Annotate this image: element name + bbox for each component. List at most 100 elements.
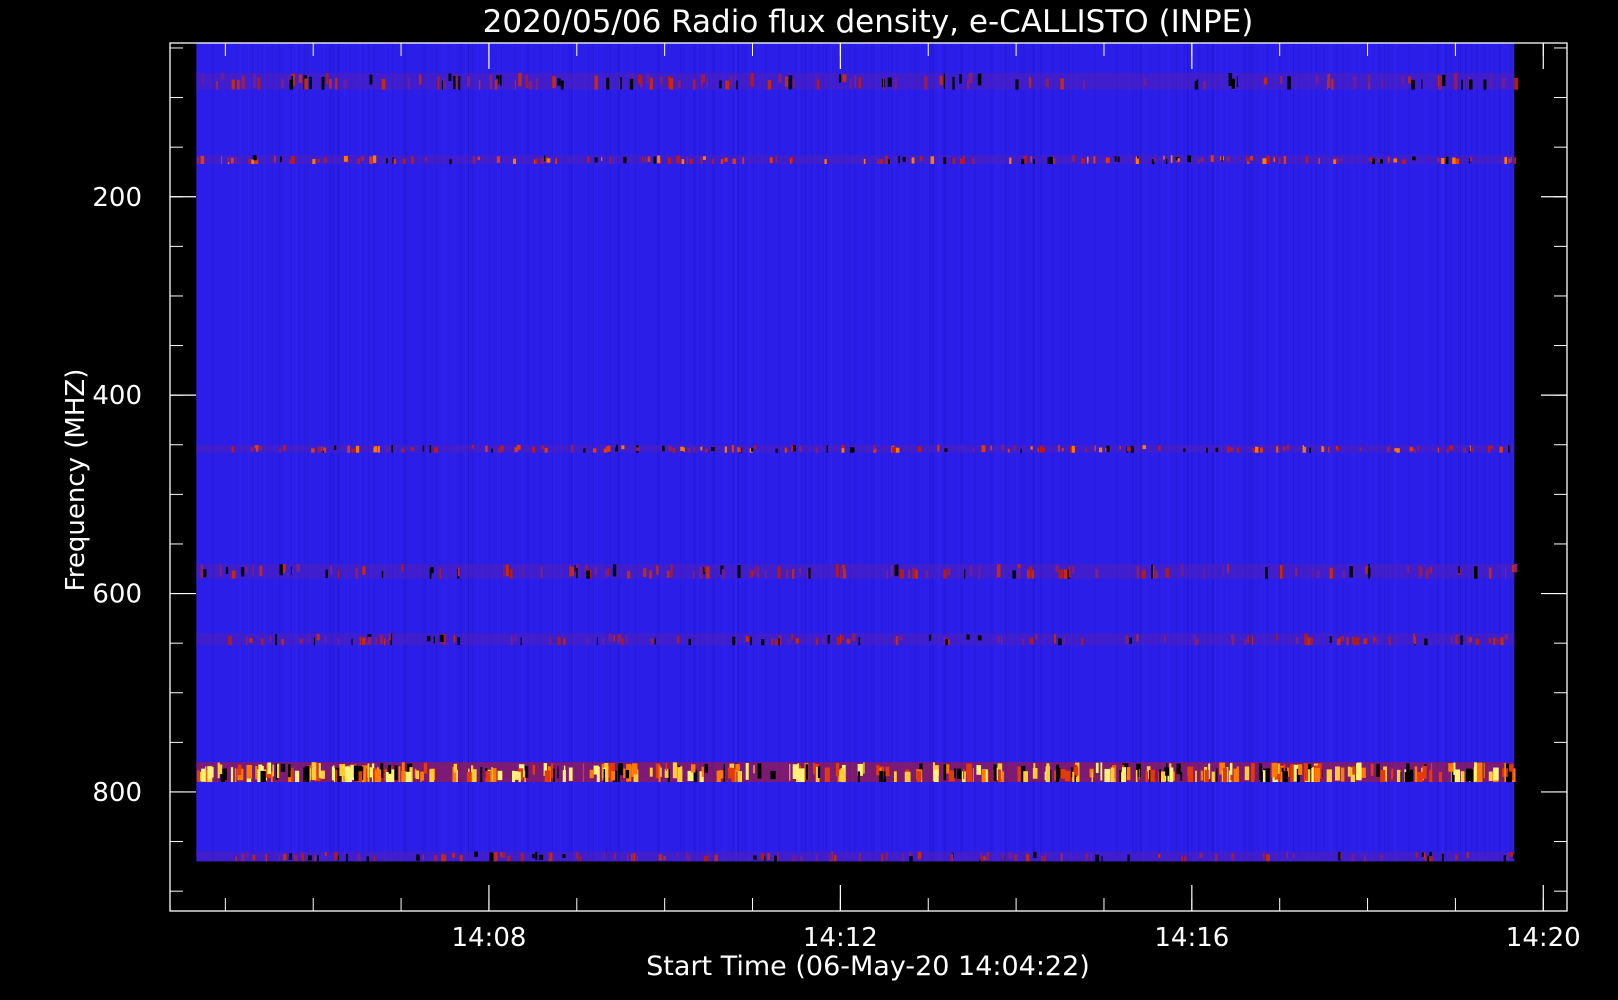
band-segment xyxy=(1226,446,1230,453)
band-segment xyxy=(835,762,840,777)
band-segment xyxy=(1448,445,1453,450)
band-segment xyxy=(1452,157,1456,165)
band-segment xyxy=(1415,852,1418,859)
band-segment xyxy=(973,448,975,453)
band-segment xyxy=(514,79,516,90)
band-segment xyxy=(841,635,844,641)
band-segment xyxy=(774,639,779,646)
band-segment xyxy=(347,446,349,453)
band-segment xyxy=(1316,570,1320,578)
band-segment xyxy=(231,445,235,453)
band-segment xyxy=(1282,771,1288,783)
band-segment xyxy=(553,768,555,783)
band-segment xyxy=(453,763,458,773)
band-segment xyxy=(1083,80,1085,90)
band-segment xyxy=(676,852,679,859)
band-segment xyxy=(594,75,599,90)
band-segment xyxy=(1422,765,1427,779)
band-segment xyxy=(1177,158,1180,162)
band-segment xyxy=(755,566,759,574)
band-segment xyxy=(886,569,889,579)
band-segment xyxy=(308,855,312,861)
band-segment xyxy=(619,80,621,90)
band-segment xyxy=(1200,770,1204,781)
band-segment xyxy=(1318,157,1320,165)
band-segment xyxy=(474,851,478,857)
band-segment xyxy=(1071,445,1075,453)
band-segment xyxy=(298,74,303,83)
band-segment xyxy=(1446,448,1449,453)
band-segment xyxy=(317,158,321,163)
band-segment xyxy=(1040,855,1043,861)
band-segment xyxy=(620,77,622,90)
y-tick-label: 400 xyxy=(92,381,142,411)
band-segment xyxy=(241,75,246,90)
band-segment xyxy=(373,447,378,453)
band-segment xyxy=(1504,157,1508,165)
band-segment xyxy=(359,636,361,646)
band-segment xyxy=(678,80,681,88)
band-segment xyxy=(1074,766,1079,776)
band-segment xyxy=(539,854,544,860)
band-segment xyxy=(892,447,896,453)
band-segment xyxy=(924,76,928,90)
band-segment xyxy=(410,156,414,164)
band-segment xyxy=(1496,638,1499,645)
band-segment xyxy=(1114,156,1117,162)
band-segment xyxy=(1295,567,1298,577)
band-segment xyxy=(1245,155,1248,162)
band-segment xyxy=(367,636,372,646)
band-segment xyxy=(458,76,461,90)
band-segment xyxy=(775,155,778,164)
band-segment xyxy=(485,771,491,783)
band-segment xyxy=(808,567,811,579)
band-segment xyxy=(589,769,594,779)
band-segment xyxy=(653,156,657,164)
band-segment xyxy=(1017,567,1021,578)
band-segment xyxy=(1204,769,1209,783)
band-segment xyxy=(1468,79,1473,90)
band-segment xyxy=(833,854,837,862)
band-segment xyxy=(407,77,410,90)
band-segment xyxy=(901,853,905,862)
band-segment xyxy=(880,853,884,862)
band-segment xyxy=(944,448,948,452)
band-segment xyxy=(919,156,923,161)
band-segment xyxy=(657,155,661,163)
band-segment xyxy=(1356,637,1360,646)
band-segment xyxy=(926,570,928,579)
band-segment xyxy=(721,569,726,579)
band-segment xyxy=(1504,763,1507,783)
band-segment xyxy=(339,764,346,777)
emission-band xyxy=(196,155,1516,165)
band-segment xyxy=(613,635,615,642)
band-segment xyxy=(1200,157,1204,162)
band-segment xyxy=(643,568,647,577)
band-segment xyxy=(943,157,947,164)
band-segment xyxy=(795,638,800,644)
band-segment xyxy=(703,855,708,862)
band-segment xyxy=(1247,157,1251,162)
band-segment xyxy=(700,156,703,165)
band-segment xyxy=(251,159,255,165)
band-segment xyxy=(1104,768,1111,783)
band-segment xyxy=(689,158,693,165)
band-segment xyxy=(668,445,672,452)
band-segment xyxy=(434,447,438,453)
band-segment xyxy=(200,564,204,579)
band-segment xyxy=(1229,763,1233,775)
band-segment xyxy=(996,564,1001,578)
band-segment xyxy=(612,157,615,164)
band-segment xyxy=(736,80,738,90)
band-segment xyxy=(225,566,229,574)
band-segment xyxy=(1130,445,1134,453)
band-segment xyxy=(252,854,254,861)
band-segment xyxy=(1095,568,1099,579)
band-segment xyxy=(1246,635,1249,644)
band-segment xyxy=(433,636,435,644)
band-segment xyxy=(1424,638,1428,646)
band-segment xyxy=(1164,767,1171,776)
band-segment xyxy=(369,156,373,165)
band-segment xyxy=(720,159,724,165)
band-segment xyxy=(799,567,802,575)
